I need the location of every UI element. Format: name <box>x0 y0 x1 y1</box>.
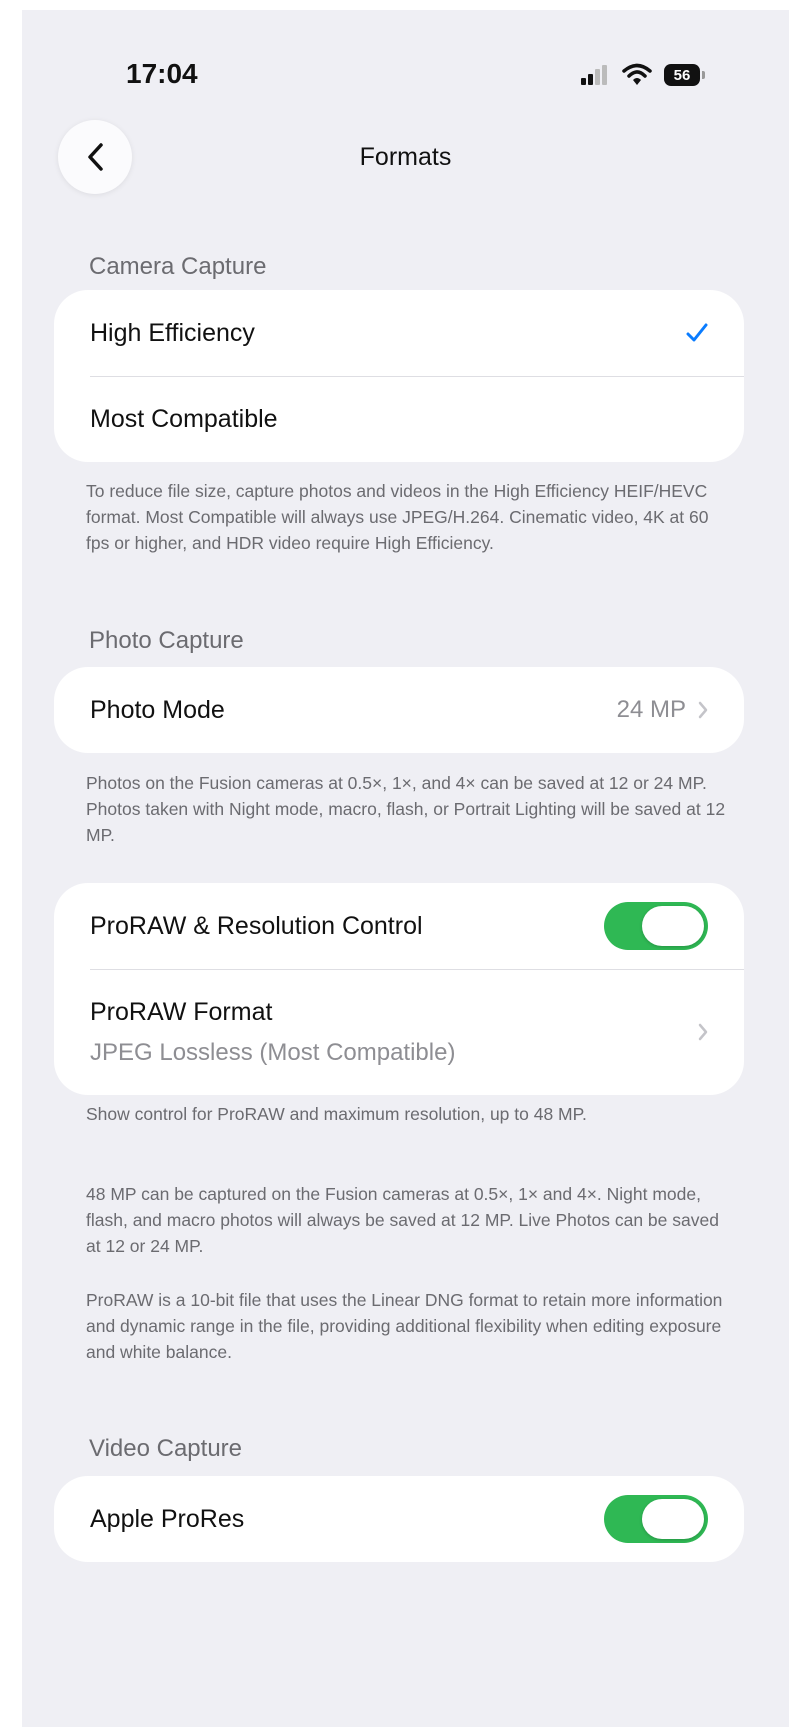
option-high-efficiency[interactable]: High Efficiency <box>54 290 744 376</box>
photo-capture-header: Photo Capture <box>89 627 244 654</box>
proraw-format-value: JPEG Lossless (Most Compatible) <box>90 1038 456 1066</box>
checkmark-icon <box>686 323 708 342</box>
page-title: Formats <box>359 143 452 171</box>
photo-mode-label: Photo Mode <box>90 695 225 724</box>
proraw-toggle-row: ProRAW & Resolution Control <box>54 883 744 969</box>
photo-mode-row[interactable]: Photo Mode 24 MP <box>54 667 744 753</box>
proraw-footer-1: Show control for ProRAW and maximum reso… <box>86 1104 587 1124</box>
video-capture-group: Apple ProRes <box>54 1476 744 1562</box>
status-icons: 56 <box>580 60 705 90</box>
camera-capture-footer: To reduce file size, capture photos and … <box>86 481 709 553</box>
video-capture-header: Video Capture <box>89 1435 242 1462</box>
chevron-right-icon <box>698 1023 708 1041</box>
photo-mode-value: 24 MP <box>616 696 686 723</box>
cellular-signal-icon <box>581 65 607 85</box>
battery-icon: 56 <box>664 64 705 86</box>
status-bar: 17:04 56 <box>22 10 789 130</box>
apple-prores-toggle[interactable] <box>604 1495 708 1543</box>
proraw-format-label: ProRAW Format <box>90 997 273 1026</box>
camera-capture-group: High Efficiency Most Compatible <box>54 290 744 462</box>
chevron-right-icon <box>698 701 708 719</box>
toggle-knob <box>642 906 704 946</box>
apple-prores-row: Apple ProRes <box>54 1476 744 1562</box>
camera-capture-header: Camera Capture <box>89 253 267 280</box>
option-most-compatible[interactable]: Most Compatible <box>54 376 744 462</box>
status-time: 17:04 <box>126 58 198 89</box>
proraw-group: ProRAW & Resolution Control ProRAW Forma… <box>54 883 744 1095</box>
toggle-knob <box>642 1499 704 1539</box>
proraw-toggle[interactable] <box>604 902 708 950</box>
proraw-format-row[interactable]: ProRAW Format JPEG Lossless (Most Compat… <box>54 969 744 1095</box>
battery-level: 56 <box>673 66 691 84</box>
apple-prores-label: Apple ProRes <box>90 1504 245 1533</box>
settings-screen: 17:04 56 Formats Camera Capture High Eff… <box>22 10 789 1727</box>
option-label: High Efficiency <box>90 318 255 347</box>
photo-capture-footer: Photos on the Fusion cameras at 0.5×, 1×… <box>86 773 726 845</box>
photo-capture-group: Photo Mode 24 MP <box>54 667 744 753</box>
proraw-toggle-label: ProRAW & Resolution Control <box>90 911 423 940</box>
proraw-footer-3: ProRAW is a 10-bit file that uses the Li… <box>86 1290 723 1362</box>
option-label: Most Compatible <box>90 404 278 433</box>
proraw-footer-2: 48 MP can be captured on the Fusion came… <box>86 1184 719 1256</box>
wifi-icon <box>622 63 652 85</box>
proraw-format-text: ProRAW Format JPEG Lossless (Most Compat… <box>90 998 455 1067</box>
